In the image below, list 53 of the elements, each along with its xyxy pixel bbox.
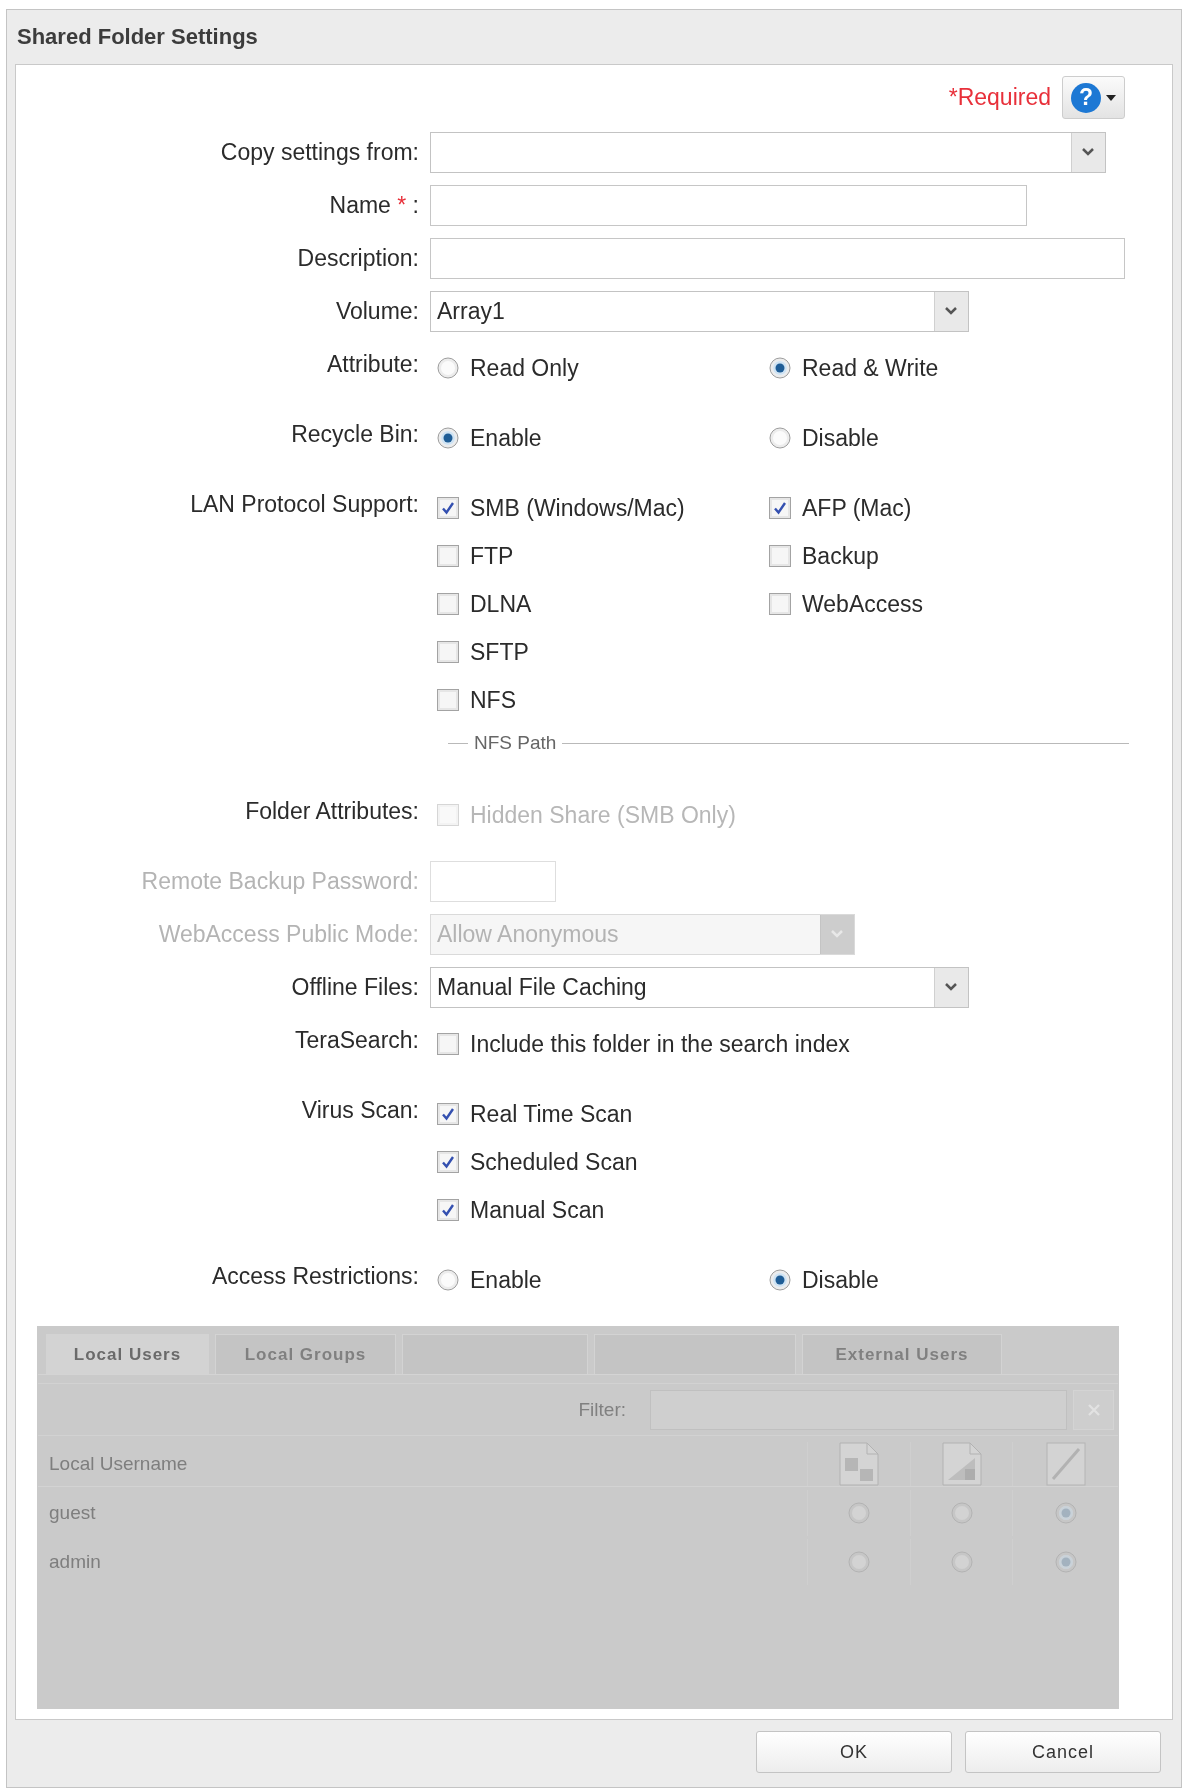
radio-option[interactable]: Disable <box>769 1266 879 1294</box>
dropdown[interactable] <box>430 132 1106 173</box>
help-icon: ? <box>1071 82 1101 113</box>
field-label: Copy settings from: <box>219 138 419 167</box>
cancel-button[interactable]: Cancel <box>965 1731 1161 1773</box>
filter-label: Filter: <box>578 1398 626 1421</box>
dropdown[interactable]: Manual File Caching <box>430 967 969 1008</box>
text-field[interactable] <box>430 185 1027 226</box>
help-button[interactable]: ? <box>1062 76 1125 119</box>
checkbox-option[interactable]: Backup <box>769 542 879 570</box>
window-title: Shared Folder Settings <box>17 24 258 50</box>
checkbox-option[interactable]: Real Time Scan <box>437 1100 633 1128</box>
field-label: Virus Scan: <box>300 1096 419 1125</box>
field-label: Remote Backup Password: <box>140 867 419 896</box>
checkbox-option[interactable]: Include this folder in the search index <box>437 1030 850 1058</box>
field-label: LAN Protocol Support: <box>189 490 419 519</box>
table-cell: guest <box>49 1502 96 1524</box>
required-note: *Required <box>948 84 1051 111</box>
caret-icon <box>1071 133 1105 172</box>
field-label: Access Restrictions: <box>210 1262 419 1291</box>
text-field[interactable] <box>430 238 1125 279</box>
radio-option[interactable]: Enable <box>437 424 542 452</box>
field-label: TeraSearch: <box>294 1026 419 1055</box>
field-label: Offline Files: <box>290 973 419 1002</box>
checkbox-option[interactable]: Manual Scan <box>437 1196 605 1224</box>
checkbox-option[interactable]: Scheduled Scan <box>437 1148 638 1176</box>
field-label: Name * : <box>328 191 419 220</box>
field-label: Recycle Bin: <box>290 420 419 449</box>
field-label: Attribute: <box>325 350 419 379</box>
field-label: WebAccess Public Mode: <box>157 920 419 949</box>
radio-option[interactable]: Enable <box>437 1266 542 1294</box>
checkbox-option[interactable]: FTP <box>437 542 514 570</box>
table-cell: admin <box>49 1551 101 1573</box>
column-header: Local Username <box>49 1453 188 1475</box>
checkbox-option[interactable]: WebAccess <box>769 590 923 618</box>
field-label: Volume: <box>334 297 419 326</box>
checkbox-option[interactable]: SMB (Windows/Mac) <box>437 494 685 522</box>
section-legend[interactable]: NFS Path <box>474 732 557 754</box>
ok-button[interactable]: OK <box>756 1731 952 1773</box>
caret-icon <box>1106 94 1116 101</box>
caret-icon <box>820 915 854 954</box>
dropdown[interactable]: Array1 <box>430 291 969 332</box>
caret-icon <box>934 292 968 331</box>
caret-icon <box>934 968 968 1007</box>
radio-option[interactable]: Read Only <box>437 354 579 382</box>
checkbox-option[interactable]: DLNA <box>437 590 532 618</box>
radio-option[interactable]: Disable <box>769 424 879 452</box>
radio-option[interactable]: Read & Write <box>769 354 939 382</box>
field-label: Folder Attributes: <box>244 797 419 826</box>
checkbox-option[interactable]: SFTP <box>437 638 529 666</box>
field-label: Description: <box>296 244 419 273</box>
checkbox-option[interactable]: AFP (Mac) <box>769 494 912 522</box>
checkbox-option[interactable]: NFS <box>437 686 516 714</box>
